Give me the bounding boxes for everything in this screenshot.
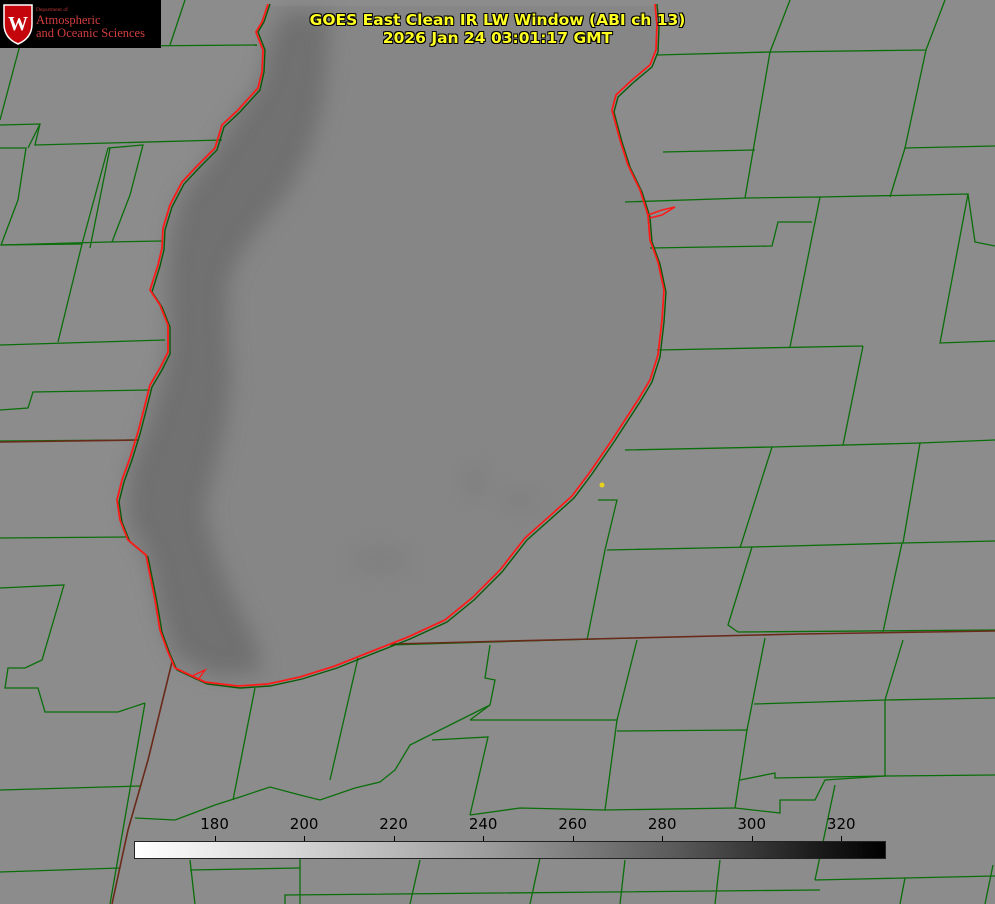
map-canvas bbox=[0, 0, 995, 904]
station-marker bbox=[599, 482, 605, 488]
colorbar-tick-mark bbox=[841, 836, 843, 841]
colorbar-tick-mark bbox=[304, 836, 306, 841]
colorbar-tick-label: 200 bbox=[289, 815, 319, 833]
colorbar-tick-label: 220 bbox=[379, 815, 408, 833]
title-product: GOES East Clean IR LW Window (ABI ch 13) bbox=[309, 11, 686, 29]
colorbar-tick-label: 260 bbox=[558, 815, 587, 833]
image-title: GOES East Clean IR LW Window (ABI ch 13)… bbox=[0, 11, 995, 47]
colorbar-tick-label: 180 bbox=[200, 815, 229, 833]
satellite-image: W Department of Atmospheric and Oceanic … bbox=[0, 0, 995, 904]
colorbar-tick-label: 240 bbox=[468, 815, 498, 833]
colorbar-tick-mark bbox=[393, 836, 395, 841]
colorbar-tick-label: 320 bbox=[826, 815, 856, 833]
colorbar-tick-mark bbox=[483, 836, 485, 841]
title-timestamp: 2026 Jan 24 03:01:17 GMT bbox=[382, 29, 613, 47]
colorbar-tick-mark bbox=[572, 836, 574, 841]
colorbar-tick-label: 280 bbox=[647, 815, 677, 833]
colorbar-tick-mark bbox=[214, 836, 216, 841]
colorbar-tick-mark bbox=[751, 836, 753, 841]
temperature-colorbar bbox=[134, 841, 886, 859]
colorbar-tick-mark bbox=[662, 836, 664, 841]
colorbar-tick-label: 300 bbox=[737, 815, 767, 833]
